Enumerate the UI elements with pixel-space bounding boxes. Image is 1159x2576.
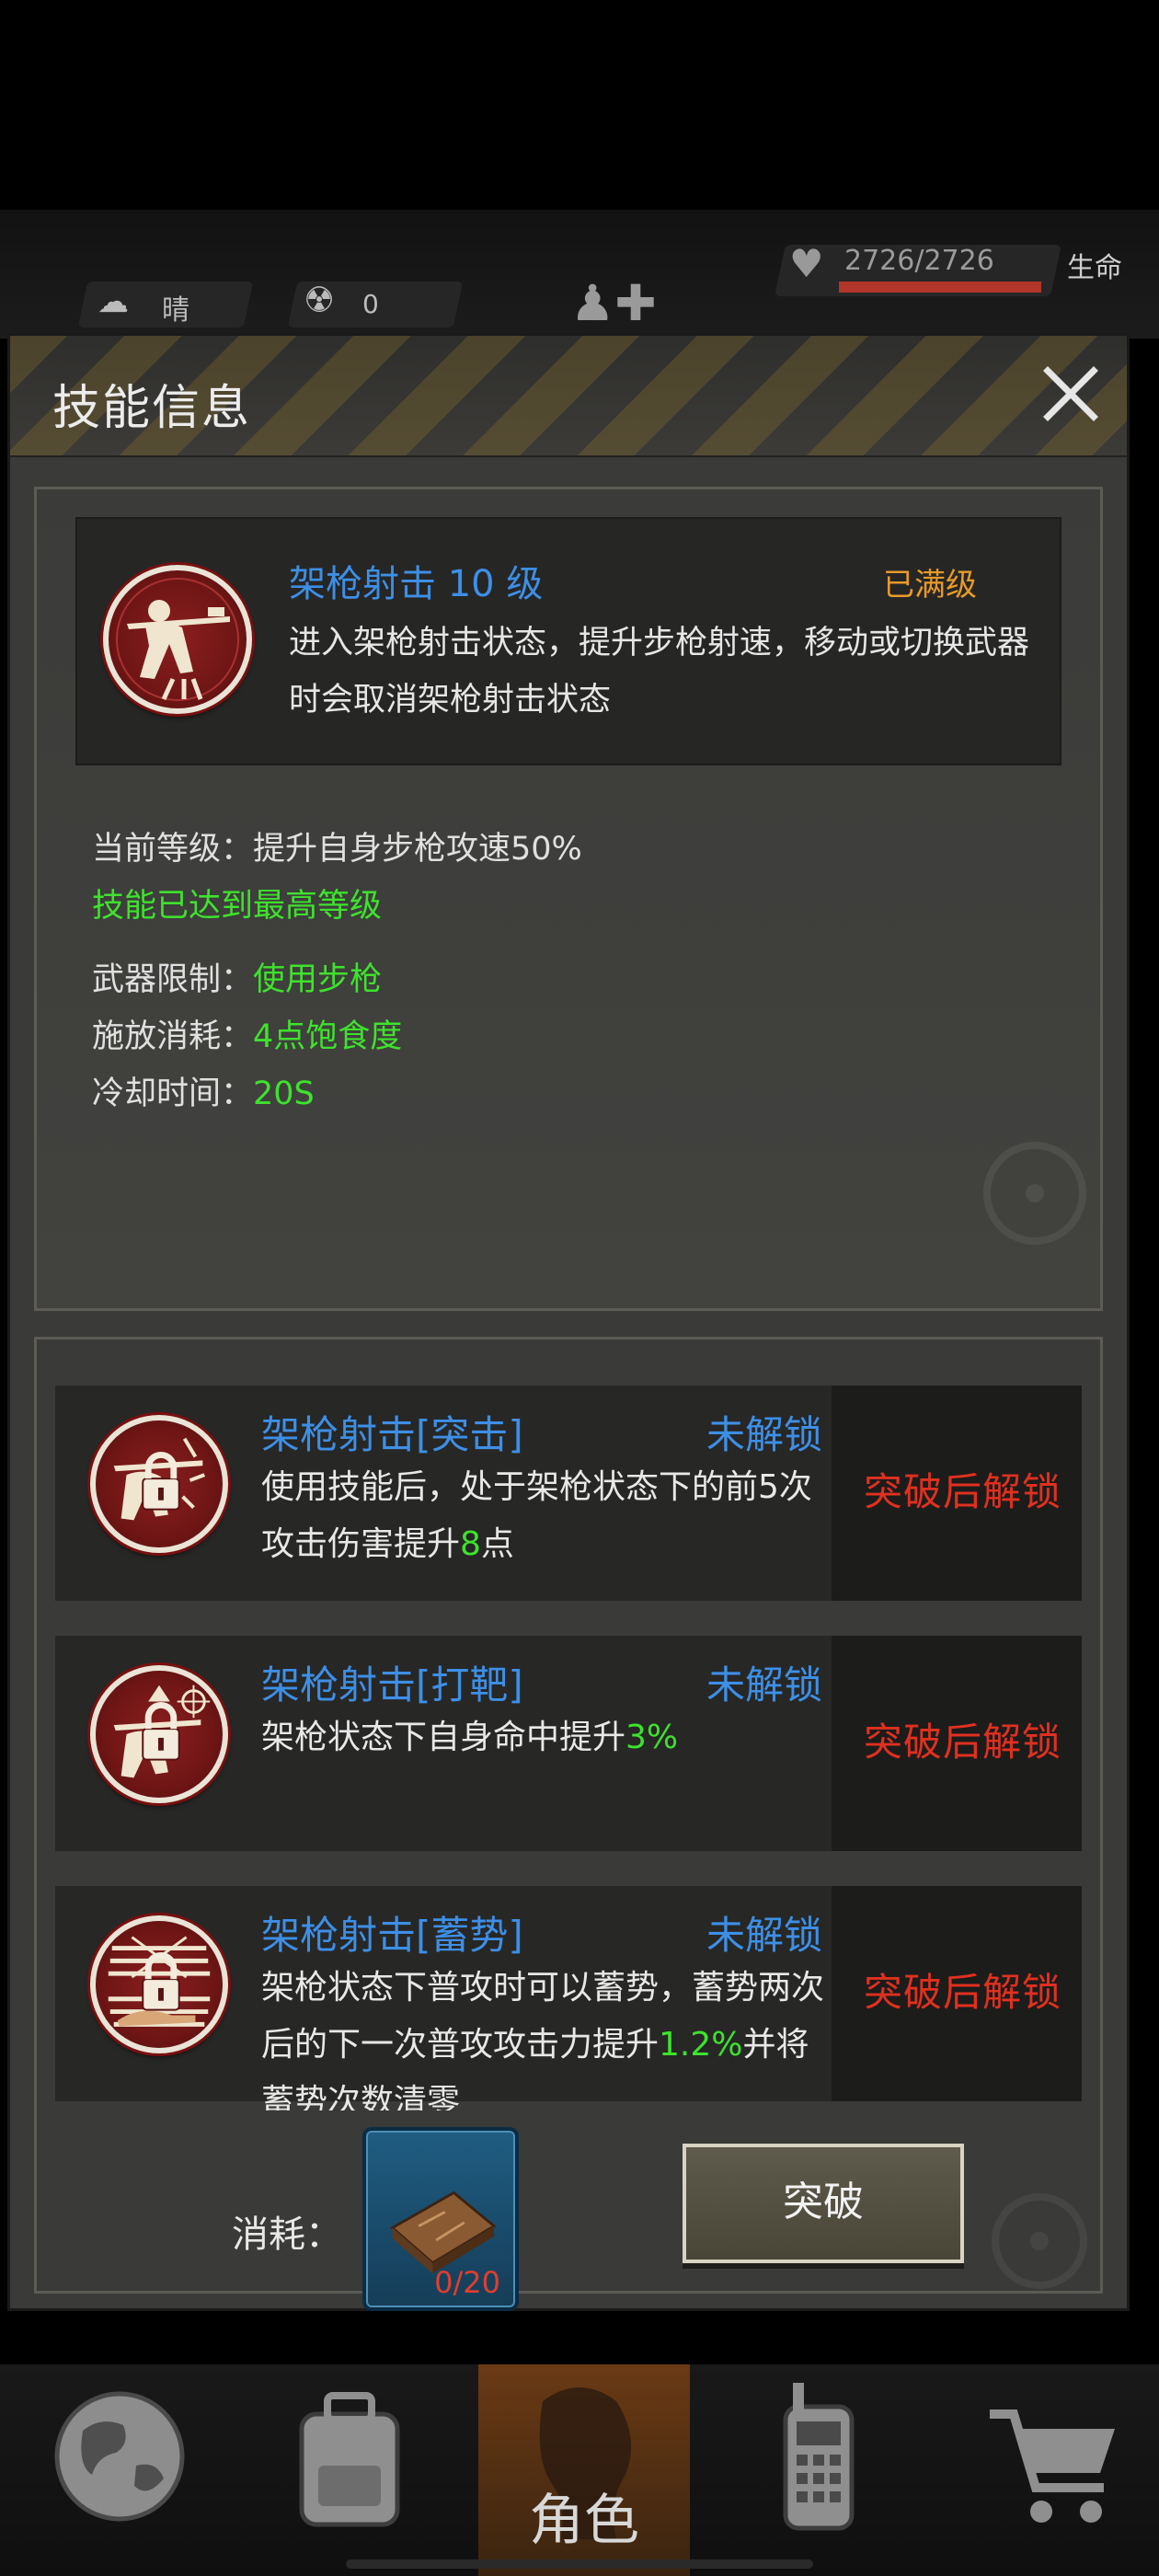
breakthrough-item-assault[interactable]: 架枪射击[突击] 未解锁 使用技能后，处于架枪状态下的前5次攻击伤害提升8点 突… bbox=[55, 1386, 1082, 1601]
breakthrough-description: 架枪状态下普攻时可以蓄势，蓄势两次后的下一次普攻攻击力提升1.2%并将蓄势次数清… bbox=[261, 1969, 825, 2110]
breakthrough-item-charge[interactable]: 架枪射击[蓄势] 未解锁 架枪状态下普攻时可以蓄势，蓄势两次后的下一次普攻攻击力… bbox=[55, 1886, 1082, 2110]
locked-target-skill-icon bbox=[90, 1665, 228, 1803]
cooldown-label: 冷却时间： bbox=[92, 1075, 254, 1112]
breakthrough-description: 架枪状态下自身命中提升3% bbox=[261, 1719, 679, 1756]
locked-assault-skill-icon bbox=[90, 1415, 228, 1553]
breakthrough-name: 架枪射击[蓄势] bbox=[261, 1913, 523, 1958]
nav-inventory[interactable] bbox=[258, 2364, 442, 2576]
breakthrough-material-slot[interactable]: 0/20 bbox=[362, 2127, 519, 2311]
hp-bar-track bbox=[839, 282, 1041, 293]
locked-charge-skill-icon bbox=[90, 1915, 228, 2053]
nav-shop[interactable] bbox=[957, 2364, 1141, 2576]
skill-card: 架枪射击 10 级 已满级 进入架枪射击状态，提升步枪射速，移动或切换武器时会取… bbox=[75, 517, 1061, 765]
radio-icon bbox=[783, 2383, 855, 2531]
skill-name: 架枪射击 10 级 bbox=[289, 563, 544, 605]
dialog-header: 技能信息 bbox=[10, 336, 1127, 457]
unlock-after-breakthrough-label: 突破后解锁 bbox=[863, 1719, 1061, 1765]
current-level-line: 当前等级：提升自身步枪攻速50% bbox=[92, 822, 582, 869]
top-status-bar: ☁ 晴 ☢ 0 ♟✚ ♥ 2726/2726 生命 bbox=[0, 210, 1159, 339]
current-level-value: 提升自身步枪攻速50% bbox=[253, 831, 582, 868]
max-level-notice: 技能已达到最高等级 bbox=[92, 888, 383, 925]
unlock-after-breakthrough-label: 突破后解锁 bbox=[863, 1469, 1061, 1514]
breakthrough-name: 架枪射击[打靶] bbox=[261, 1662, 523, 1708]
skill-description: 进入架枪射击状态，提升步枪射速，移动或切换武器时会取消架枪射击状态 bbox=[289, 625, 1030, 719]
cast-cost-label: 施放消耗： bbox=[92, 1018, 254, 1055]
nav-world[interactable] bbox=[28, 2364, 212, 2576]
cart-icon bbox=[990, 2409, 1115, 2523]
cost-label: 消耗： bbox=[232, 2214, 342, 2256]
backpack-icon bbox=[299, 2392, 400, 2527]
cloud-sun-icon: ☁ bbox=[98, 283, 129, 320]
close-icon[interactable] bbox=[1039, 362, 1103, 426]
weapon-limit-line: 武器限制：使用步枪 bbox=[92, 953, 382, 1000]
cooldown-value: 20S bbox=[253, 1075, 315, 1112]
skill-info-panel: 架枪射击 10 级 已满级 进入架枪射击状态，提升步枪射速，移动或切换武器时会取… bbox=[34, 487, 1103, 1311]
breakthrough-description: 使用技能后，处于架枪状态下的前5次攻击伤害提升8点 bbox=[261, 1468, 812, 1563]
add-character-icon[interactable]: ♟✚ bbox=[570, 274, 657, 332]
current-level-label: 当前等级： bbox=[92, 831, 254, 868]
radiation-watermark-icon bbox=[992, 2193, 1087, 2289]
dialog-title: 技能信息 bbox=[52, 381, 252, 436]
hp-label: 生命 bbox=[1067, 252, 1122, 284]
nav-radio[interactable] bbox=[727, 2364, 911, 2576]
cast-cost-value: 4点饱食度 bbox=[253, 1018, 403, 1055]
hp-value: 2726/2726 bbox=[844, 245, 994, 277]
heart-icon: ♥ bbox=[789, 241, 824, 286]
bottom-nav: 角色 bbox=[0, 2364, 1159, 2576]
breakthrough-lock-box: 突破后解锁 bbox=[832, 1886, 1082, 2101]
unlock-after-breakthrough-label: 突破后解锁 bbox=[863, 1970, 1061, 2015]
sniper-skill-icon bbox=[103, 565, 252, 714]
weapon-limit-label: 武器限制： bbox=[92, 961, 254, 998]
max-level-badge: 已满级 bbox=[883, 567, 977, 604]
breakthrough-button[interactable]: 突破 bbox=[683, 2144, 964, 2263]
radiation-value: 0 bbox=[362, 289, 379, 319]
breakthrough-lock-box: 突破后解锁 bbox=[832, 1386, 1082, 1601]
breakthrough-status: 未解锁 bbox=[706, 1662, 823, 1708]
weapon-limit-value: 使用步枪 bbox=[253, 961, 383, 998]
cooldown-line: 冷却时间：20S bbox=[92, 1067, 315, 1114]
nav-character-label: 角色 bbox=[529, 2489, 639, 2553]
weather-label: 晴 bbox=[162, 294, 189, 327]
radiation-icon: ☢ bbox=[304, 280, 336, 320]
home-indicator[interactable] bbox=[346, 2559, 813, 2569]
breakthrough-list[interactable]: 架枪射击[突击] 未解锁 使用技能后，处于架枪状态下的前5次攻击伤害提升8点 突… bbox=[37, 1365, 1100, 2110]
breakthrough-status: 未解锁 bbox=[706, 1913, 823, 1958]
breakthrough-lock-box: 突破后解锁 bbox=[832, 1636, 1082, 1851]
breakthrough-panel: 架枪射击[突击] 未解锁 使用技能后，处于架枪状态下的前5次攻击伤害提升8点 突… bbox=[34, 1337, 1103, 2311]
globe-icon bbox=[54, 2391, 185, 2522]
breakthrough-status: 未解锁 bbox=[706, 1412, 823, 1457]
nav-character[interactable]: 角色 bbox=[478, 2364, 690, 2576]
radiation-watermark-icon bbox=[983, 1142, 1086, 1245]
breakthrough-name: 架枪射击[突击] bbox=[261, 1412, 523, 1457]
material-count: 0/20 bbox=[434, 2265, 500, 2300]
breakthrough-item-target[interactable]: 架枪射击[打靶] 未解锁 架枪状态下自身命中提升3% 突破后解锁 bbox=[55, 1636, 1082, 1851]
skill-info-dialog: 技能信息 架枪射击 10 级 已满级 进入架枪射击状态，提升步枪射速，移动或切换… bbox=[7, 333, 1130, 2311]
hp-bar-fill bbox=[839, 282, 1041, 293]
cast-cost-line: 施放消耗：4点饱食度 bbox=[92, 1010, 402, 1057]
